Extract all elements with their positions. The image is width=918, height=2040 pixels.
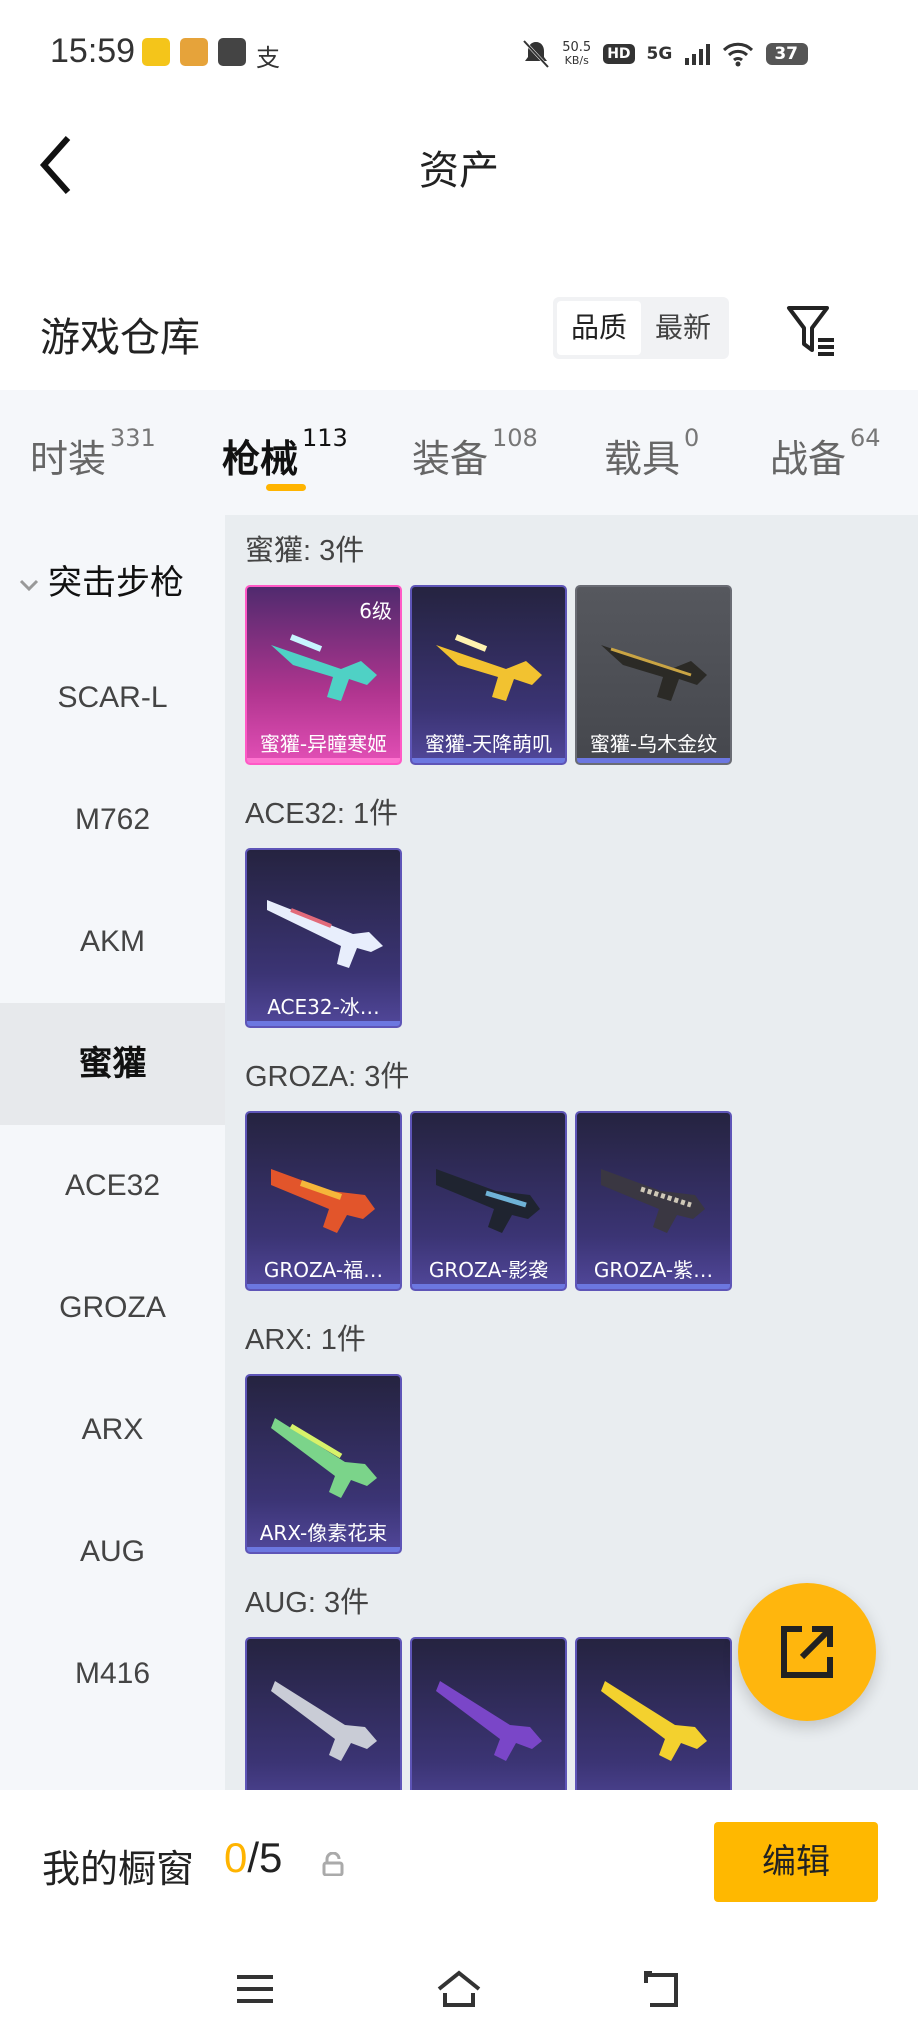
sidebar-item-scar-l[interactable]: SCAR-L <box>0 637 225 759</box>
weapon-skin-icon <box>267 900 383 968</box>
sort-newest-button[interactable]: 最新 <box>641 301 725 355</box>
rarity-bar <box>247 758 400 763</box>
app-notification-icon <box>180 38 208 66</box>
tab-supplies[interactable]: 战备 64 <box>770 424 881 483</box>
weapon-skin-icon <box>271 1681 377 1761</box>
sidebar-item-akm[interactable]: AKM <box>0 881 225 1003</box>
item-name: 蜜獾-天降萌叽 <box>424 732 553 756</box>
item-name: GROZA-影袭 <box>428 1258 549 1282</box>
weapon-skin-icon <box>436 634 542 701</box>
status-bar: 15:59 支 50.5 KB/s HD 5G 37 <box>0 0 918 105</box>
item-card[interactable]: 蜜獾-乌木金纹 <box>575 585 732 765</box>
group-title: GROZA: 3件 <box>245 1061 410 1093</box>
share-button[interactable] <box>738 1583 876 1721</box>
app-notification-icon <box>142 38 170 66</box>
active-tab-indicator <box>266 484 306 491</box>
sidebar-item-m416[interactable]: M416 <box>0 1613 225 1735</box>
showcase-label: 我的橱窗 <box>42 1847 195 1891</box>
wifi-icon <box>723 42 754 67</box>
app-notification-icon <box>218 38 246 66</box>
mute-bell-icon <box>523 39 550 69</box>
signal-icon <box>685 44 711 65</box>
battery-indicator: 37 <box>766 43 808 65</box>
tab-vehicles[interactable]: 载具 0 <box>604 424 699 483</box>
item-card[interactable]: 6级 蜜獾-异瞳寒姬 <box>245 585 402 765</box>
item-name: GROZA-紫… <box>593 1258 714 1282</box>
item-card[interactable]: GROZA-福… <box>245 1111 402 1291</box>
system-nav-bar <box>0 1940 918 2040</box>
rarity-bar <box>412 758 565 763</box>
sidebar-item-aug[interactable]: AUG <box>0 1491 225 1613</box>
tab-equipment[interactable]: 装备 108 <box>412 424 538 483</box>
weapon-skin-icon <box>271 1418 377 1498</box>
group-title: AUG: 3件 <box>245 1587 370 1619</box>
item-name: ACE32-冰… <box>267 995 380 1019</box>
back-icon[interactable] <box>640 1965 688 2013</box>
share-export-icon <box>781 1626 833 1678</box>
rarity-bar <box>247 1547 400 1552</box>
item-name: GROZA-福… <box>263 1258 384 1282</box>
alipay-icon: 支 <box>256 44 280 72</box>
showcase-count: 0/5 <box>224 1834 283 1881</box>
weapon-skin-icon <box>601 1169 705 1233</box>
item-card[interactable]: GROZA-影袭 <box>410 1111 567 1291</box>
weapon-skin-icon <box>436 1169 540 1233</box>
status-time: 15:59 <box>50 32 136 70</box>
weapon-sidebar: 突击步枪 SCAR-L M762 AKM 蜜獾 ACE32 GROZA ARX … <box>0 515 225 1790</box>
item-card[interactable]: 蜜獾-天降萌叽 <box>410 585 567 765</box>
group-title: ACE32: 1件 <box>245 798 399 830</box>
menu-icon[interactable] <box>231 1965 279 2013</box>
item-card[interactable]: GROZA-紫… <box>575 1111 732 1291</box>
group-title: ARX: 1件 <box>245 1324 366 1356</box>
sidebar-item-arx[interactable]: ARX <box>0 1369 225 1491</box>
item-name: 蜜獾-乌木金纹 <box>589 732 718 756</box>
edit-button[interactable]: 编辑 <box>714 1822 878 1902</box>
lock-icon <box>322 1852 344 1876</box>
sort-toggle: 品质 最新 <box>553 297 730 359</box>
chevron-down-icon <box>19 579 39 591</box>
network-label: 5G <box>646 44 673 64</box>
item-name: ARX-像素花束 <box>259 1521 388 1545</box>
weapon-skin-icon <box>436 1681 542 1761</box>
rarity-bar <box>412 1284 565 1289</box>
sidebar-item-ace32[interactable]: ACE32 <box>0 1125 225 1247</box>
showcase-bar: 我的橱窗 0/5 编辑 <box>0 1790 918 1940</box>
sidebar-item-honey-badger[interactable]: 蜜獾 <box>0 1003 225 1125</box>
page-title: 资产 <box>419 148 499 194</box>
item-card[interactable] <box>410 1637 567 1790</box>
warehouse-title: 游戏仓库 <box>40 315 200 361</box>
net-speed: 50.5 KB/s <box>562 40 592 67</box>
sort-quality-button[interactable]: 品质 <box>557 301 642 355</box>
home-icon[interactable] <box>435 1965 483 2013</box>
weapon-skin-icon <box>271 1169 375 1233</box>
item-level: 6级 <box>359 599 392 623</box>
weapon-skin-icon <box>601 1681 707 1761</box>
item-card[interactable]: ACE32-冰… <box>245 848 402 1028</box>
weapon-skin-icon <box>601 645 707 701</box>
sidebar-item-m762[interactable]: M762 <box>0 759 225 881</box>
rarity-bar <box>577 1284 730 1289</box>
sidebar-category-rifles[interactable]: 突击步枪 <box>18 555 184 604</box>
filter-icon <box>787 306 834 356</box>
rarity-bar <box>247 1021 400 1026</box>
item-card[interactable] <box>575 1637 732 1790</box>
rarity-bar <box>577 758 730 763</box>
sidebar-item-groza[interactable]: GROZA <box>0 1247 225 1369</box>
tab-guns[interactable]: 枪械 113 <box>222 424 348 483</box>
tab-fashion[interactable]: 时装 331 <box>30 424 156 483</box>
item-card[interactable] <box>245 1637 402 1790</box>
group-title: 蜜獾: 3件 <box>245 535 365 567</box>
category-tabs: 时装 331 枪械 113 装备 108 载具 0 战备 64 <box>0 390 918 515</box>
filter-button[interactable] <box>784 302 840 358</box>
rarity-bar <box>247 1284 400 1289</box>
item-card[interactable]: ARX-像素花束 <box>245 1374 402 1554</box>
item-name: 蜜獾-异瞳寒姬 <box>259 732 388 756</box>
hd-badge: HD <box>603 44 635 64</box>
